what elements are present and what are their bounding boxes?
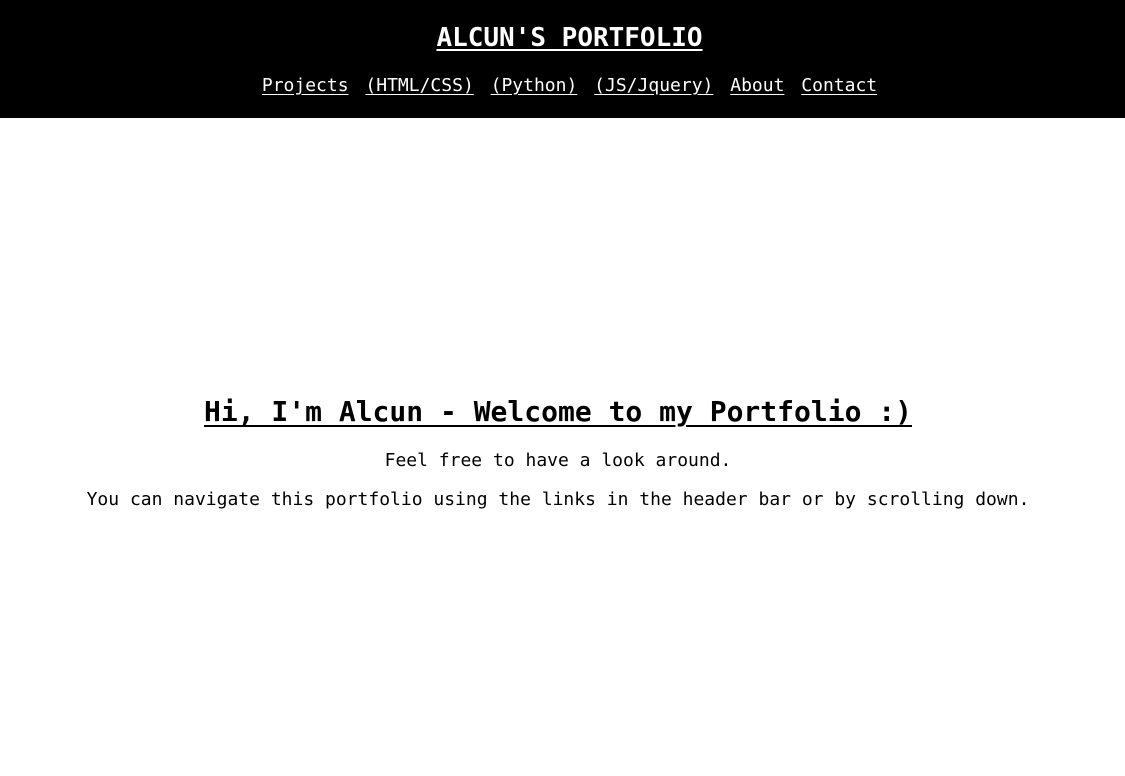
main-content: Hi, I'm Alcun - Welcome to my Portfolio … [0, 118, 1125, 776]
nav-link-html-css[interactable]: (HTML/CSS) [365, 75, 473, 96]
nav-link-projects[interactable]: Projects [262, 75, 349, 96]
site-title-link[interactable]: ALCUN'S PORTFOLIO [0, 21, 1125, 55]
main-nav: Projects (HTML/CSS) (Python) (JS/Jquery)… [0, 74, 1125, 98]
nav-link-contact[interactable]: Contact [801, 75, 877, 96]
nav-link-python[interactable]: (Python) [491, 75, 578, 96]
intro-text-1: Feel free to have a look around. [384, 450, 732, 471]
site-header: ALCUN'S PORTFOLIO Projects (HTML/CSS) (P… [0, 0, 1125, 118]
intro-text-2: You can navigate this portfolio using th… [86, 489, 1030, 510]
nav-link-js-jquery[interactable]: (JS/Jquery) [594, 75, 713, 96]
nav-link-about[interactable]: About [730, 75, 784, 96]
welcome-heading: Hi, I'm Alcun - Welcome to my Portfolio … [203, 395, 912, 428]
